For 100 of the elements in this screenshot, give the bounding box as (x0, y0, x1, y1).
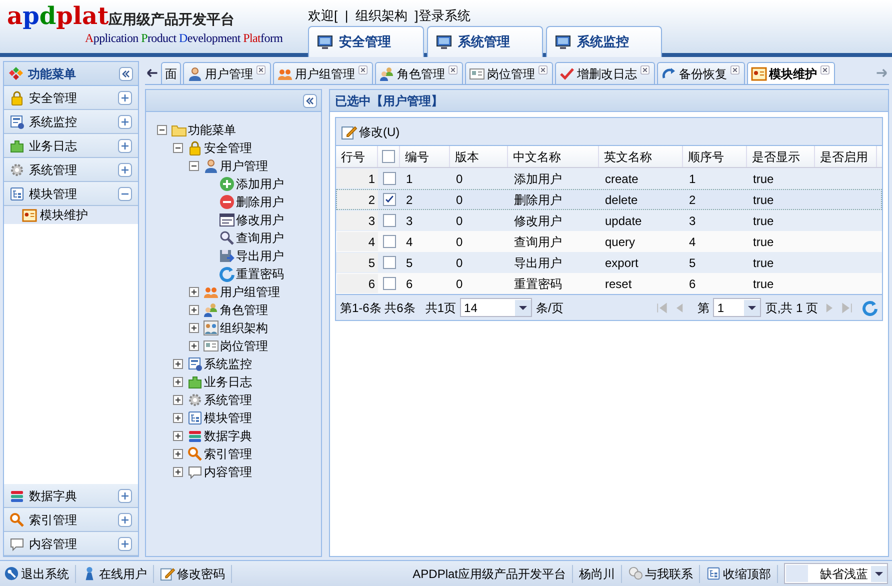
module-tab[interactable]: 安全管理 (308, 26, 424, 56)
tree-node[interactable]: 岗位管理 (220, 337, 268, 355)
accordion-label: 内容管理 (29, 536, 78, 552)
tree-node[interactable]: 用户管理 (220, 157, 268, 175)
status-link[interactable]: 与我联系 (628, 564, 700, 582)
table-cell-text: reset (605, 276, 632, 292)
table-cell-text: 重置密码 (514, 276, 562, 292)
column-header[interactable]: 顺序号 (683, 146, 747, 167)
tab[interactable]: 用户管理 (183, 62, 271, 84)
tree-node[interactable]: 系统管理 (204, 391, 252, 409)
row-number: 6 (368, 276, 375, 292)
tree-node[interactable]: 索引管理 (204, 445, 252, 463)
table-cell-text: true (753, 254, 774, 272)
tree-node[interactable]: 业务日志 (204, 373, 252, 391)
accordion-header[interactable]: 模块管理 (4, 182, 138, 206)
table-cell-text: true (753, 192, 774, 208)
accordion-header[interactable]: 系统监控 (4, 110, 138, 134)
module-tab[interactable]: 系统监控 (546, 26, 662, 56)
table-cell-text: true (753, 212, 774, 230)
column-header[interactable]: 版本 (450, 146, 508, 167)
table-cell-text: 1 (689, 170, 696, 188)
table-cell-text: 修改用户 (514, 212, 562, 230)
tree-node[interactable]: 查询用户 (236, 229, 284, 247)
column-header[interactable]: 是否启用 (815, 146, 877, 167)
record-summary: 第1-6条 共6条 (340, 300, 416, 316)
table-row[interactable]: 3 3 0 修改用户 update 3 true (336, 210, 882, 231)
per-page-label: 条/页 (536, 300, 564, 316)
table-cell-text: 3 (406, 212, 413, 230)
table-row[interactable]: 4 4 0 查询用户 query 4 true (336, 231, 882, 252)
column-header[interactable]: 英文名称 (599, 146, 683, 167)
tree-node[interactable]: 重置密码 (236, 265, 284, 283)
column-header[interactable]: 中文名称 (508, 146, 599, 167)
tab[interactable]: 角色管理 (375, 62, 463, 84)
tab[interactable]: 岗位管理 (465, 62, 553, 84)
accordion-label: 系统管理 (29, 162, 78, 178)
table-row[interactable]: 2 2 0 删除用户 delete 2 true (336, 189, 882, 210)
table-cell-text: 查询用户 (514, 234, 562, 250)
tab[interactable]: 面 (161, 62, 181, 84)
tab[interactable]: 用户组管理 (273, 62, 373, 84)
accordion-header[interactable]: 业务日志 (4, 134, 138, 158)
edit-button[interactable]: 修改(U) (340, 122, 401, 140)
table-cell-text: 2 (406, 192, 413, 208)
tree-node[interactable]: 安全管理 (204, 139, 252, 157)
accordion-header[interactable]: 索引管理 (4, 508, 138, 532)
table-cell-text: query (605, 234, 636, 250)
table-cell-text: 6 (689, 276, 696, 292)
tree-node[interactable]: 用户组管理 (220, 283, 280, 301)
accordion-header[interactable]: 内容管理 (4, 532, 138, 556)
page-count: 共1页 (425, 300, 456, 316)
tab[interactable]: 增删改日志 (555, 62, 655, 84)
table-cell-text: 0 (456, 192, 463, 208)
module-tab[interactable]: 系统管理 (427, 26, 543, 56)
tree-node[interactable]: 导出用户 (236, 247, 284, 265)
column-header[interactable]: 是否显示 (747, 146, 815, 167)
status-link[interactable]: 退出系统 (4, 564, 76, 582)
tree-node[interactable]: 修改用户 (236, 211, 284, 229)
table-cell-text: 添加用户 (514, 170, 562, 188)
page-field[interactable]: 1 (713, 298, 762, 317)
table-row[interactable]: 5 5 0 导出用户 export 5 true (336, 252, 882, 273)
tree-node[interactable]: 系统监控 (204, 355, 252, 373)
column-header[interactable]: 行号 (336, 146, 378, 167)
logo-brand: apdplat (7, 2, 109, 30)
tab[interactable]: 备份恢复 (657, 62, 745, 84)
tree-node[interactable]: 内容管理 (204, 463, 252, 481)
accordion-label: 数据字典 (29, 488, 78, 504)
welcome-text: 欢迎[ | 组织架构 ]登录系统 (308, 7, 472, 25)
theme-select[interactable]: 缺省浅蓝 (784, 563, 888, 584)
table-cell-text: 0 (456, 234, 463, 250)
tree-node[interactable]: 角色管理 (220, 301, 268, 319)
status-link[interactable]: 修改密码 (160, 564, 232, 582)
accordion-label: 模块管理 (29, 186, 78, 202)
accordion-header[interactable]: 数据字典 (4, 484, 138, 508)
sidebar-title: 功能菜单 (28, 66, 77, 82)
menu-item[interactable]: 模块维护 (4, 206, 138, 224)
tree-node[interactable]: 功能菜单 (188, 121, 236, 139)
logo-tagline: Application Product Development Platform (84, 30, 284, 46)
table-row[interactable]: 1 1 0 添加用户 create 1 true (336, 168, 882, 189)
table-cell-text: create (605, 170, 638, 188)
table-cell-text: 1 (406, 170, 413, 188)
table-cell-text: 0 (456, 212, 463, 230)
table-cell-text: true (753, 234, 774, 250)
page-size-field[interactable]: 14 (460, 298, 532, 317)
page-label: 第 (697, 300, 710, 316)
status-link[interactable]: 在线用户 (82, 564, 154, 582)
table-cell-text: export (605, 254, 638, 272)
table-row[interactable]: 6 6 0 重置密码 reset 6 true (336, 273, 882, 294)
table-cell-text: 2 (689, 192, 696, 208)
accordion-label: 索引管理 (29, 512, 78, 528)
accordion-header[interactable]: 安全管理 (4, 86, 138, 110)
tree-node[interactable]: 组织架构 (220, 319, 268, 337)
tree-node[interactable]: 添加用户 (236, 175, 284, 193)
tree-node[interactable]: 模块管理 (204, 409, 252, 427)
table-cell-text: update (605, 212, 642, 230)
tree-node[interactable]: 删除用户 (236, 193, 284, 211)
tab[interactable]: 模块维护 (747, 62, 835, 84)
accordion-header[interactable]: 系统管理 (4, 158, 138, 182)
table-cell-text: 0 (456, 254, 463, 272)
status-link[interactable]: 收缩顶部 (706, 564, 778, 582)
tree-node[interactable]: 数据字典 (204, 427, 252, 445)
column-header[interactable]: 编号 (400, 146, 450, 167)
